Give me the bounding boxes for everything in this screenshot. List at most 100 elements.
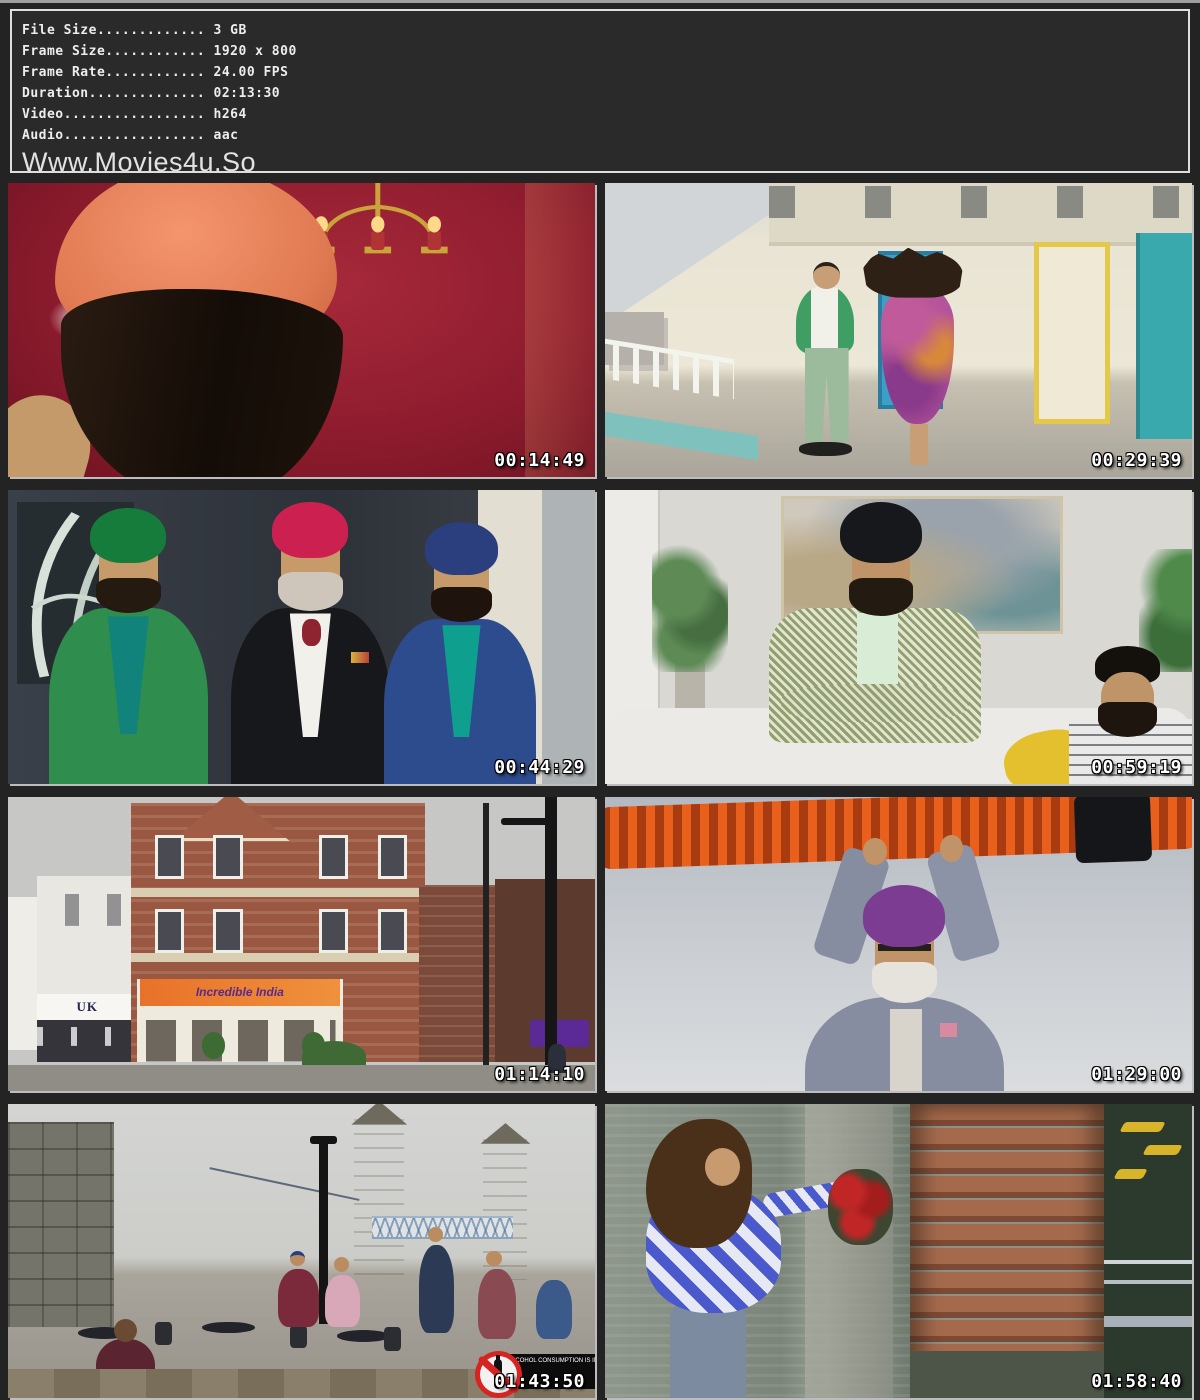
street-lamp-post — [545, 797, 557, 1067]
timestamp-overlay-8: 01:58:40 — [1091, 1371, 1182, 1392]
brick-base — [910, 1351, 1104, 1398]
man-tracksuit — [796, 286, 855, 354]
seated-man-maroon — [278, 1269, 319, 1328]
timestamp-overlay-7: 01:43:50 — [494, 1371, 585, 1392]
screenshot-thumb-8: 01:58:40 — [605, 1104, 1192, 1398]
beard-shape — [61, 289, 343, 477]
screenshot-thumb-7: ALCOHOL CONSUMPTION IS INJURIOUS TO HEAL… — [8, 1104, 595, 1398]
pink-pocket-square — [940, 1023, 958, 1036]
info-line-video: Video................. h264 — [22, 104, 1188, 125]
teal-door — [1136, 233, 1192, 439]
black-turban — [840, 502, 922, 564]
man2-pocket-square — [351, 652, 369, 664]
woman-dress — [881, 286, 954, 424]
seated-man-head — [290, 1251, 305, 1266]
left-hand — [863, 838, 886, 864]
cafe-table — [337, 1330, 390, 1342]
wall-panel — [525, 183, 595, 477]
timestamp-overlay-5: 01:14:10 — [494, 1064, 585, 1085]
ceiling-light-reflection — [1119, 1122, 1166, 1132]
man-shoe — [799, 442, 852, 457]
standing-man-navy — [419, 1245, 454, 1333]
man2-grey-beard — [278, 572, 343, 610]
bridge-cable — [209, 1168, 359, 1202]
standing-man-head — [428, 1227, 443, 1242]
right-hand — [940, 835, 963, 861]
second-man-beard — [1098, 702, 1157, 737]
info-line-frame-rate: Frame Rate............ 24.00 FPS — [22, 62, 1188, 83]
window — [378, 909, 407, 953]
site-watermark: Www.Movies4u.So — [22, 147, 1188, 173]
info-line-file-size: File Size............. 3 GB — [22, 20, 1188, 41]
timestamp-overlay-3: 00:44:29 — [494, 757, 585, 778]
white-railing — [605, 336, 734, 399]
screenshot-thumb-4: 00:59:19 — [605, 490, 1192, 784]
seated-woman-head — [334, 1257, 349, 1272]
bridge-tower — [354, 1119, 404, 1284]
cafe-table — [202, 1322, 255, 1334]
window — [155, 909, 184, 953]
timestamp-overlay-6: 01:29:00 — [1091, 1064, 1182, 1085]
page-top-border — [0, 0, 1200, 3]
screenshot-sheet: File Size............. 3 GB Frame Size..… — [0, 0, 1200, 1400]
thin-pole — [483, 803, 489, 1068]
shop-window — [37, 1020, 137, 1061]
mint-shirt — [857, 613, 898, 689]
incredible-india-banner: Incredible India — [140, 979, 340, 1005]
media-info-panel: File Size............. 3 GB Frame Size..… — [10, 9, 1190, 173]
timestamp-overlay-4: 00:59:19 — [1091, 757, 1182, 778]
white-beard — [872, 962, 937, 1003]
ceiling-light-reflection — [1113, 1169, 1148, 1179]
screenshot-thumb-6: 01:29:00 — [605, 797, 1192, 1091]
woman-print-top — [478, 1269, 516, 1340]
seated-woman-pink — [325, 1275, 360, 1328]
hand-rail — [1104, 1280, 1192, 1284]
man-head — [813, 262, 839, 288]
ceiling-light-reflection — [1142, 1145, 1183, 1155]
purple-turban — [863, 885, 945, 947]
woman-head — [486, 1251, 501, 1266]
tower-roof — [481, 1123, 531, 1144]
screenshot-thumb-2: 00:29:39 — [605, 183, 1192, 477]
screenshot-thumb-5: UK Incredible India — [8, 797, 595, 1091]
woman-face — [705, 1148, 740, 1186]
indoor-tree — [652, 543, 728, 672]
stone-band — [131, 888, 425, 897]
timestamp-overlay-1: 00:14:49 — [494, 450, 585, 471]
cafe-chair — [155, 1322, 173, 1346]
shirt — [890, 1009, 922, 1091]
screenshot-thumb-3: 00:44:29 — [8, 490, 595, 784]
woman-leg — [910, 424, 928, 465]
stone-band — [131, 953, 425, 962]
window — [319, 909, 348, 953]
uk-shop-sign: UK — [37, 994, 137, 1020]
person-blue — [536, 1280, 571, 1339]
foreground-man-head — [114, 1319, 137, 1343]
window-sill — [1104, 1316, 1192, 1328]
window — [378, 835, 407, 879]
cafe-chair — [290, 1325, 308, 1349]
man-pants — [805, 348, 849, 442]
window — [213, 909, 242, 953]
woman-flying-hair — [863, 248, 963, 298]
cream-door-yellow-trim — [1034, 242, 1110, 424]
blazer-arm — [781, 684, 969, 722]
man3-navy-turban — [425, 522, 498, 575]
path-edge — [605, 412, 758, 460]
red-flowers — [828, 1169, 893, 1245]
man2-cravat — [302, 619, 322, 645]
window — [213, 835, 242, 879]
cafe-chair — [384, 1327, 402, 1351]
man2-red-turban — [272, 502, 348, 558]
stone-wall — [8, 1122, 114, 1328]
tower-roof — [351, 1104, 407, 1125]
upper-storey — [769, 183, 1192, 246]
pipe-coupling — [1073, 797, 1152, 863]
purple-shop-sign — [530, 1020, 589, 1046]
info-line-frame-size: Frame Size............ 1920 x 800 — [22, 41, 1188, 62]
blurred-stone-building — [805, 1104, 893, 1398]
info-line-duration: Duration.............. 02:13:30 — [22, 83, 1188, 104]
woman-jeans — [670, 1304, 746, 1398]
hand-rail — [1104, 1260, 1192, 1264]
door-glass — [542, 490, 595, 784]
